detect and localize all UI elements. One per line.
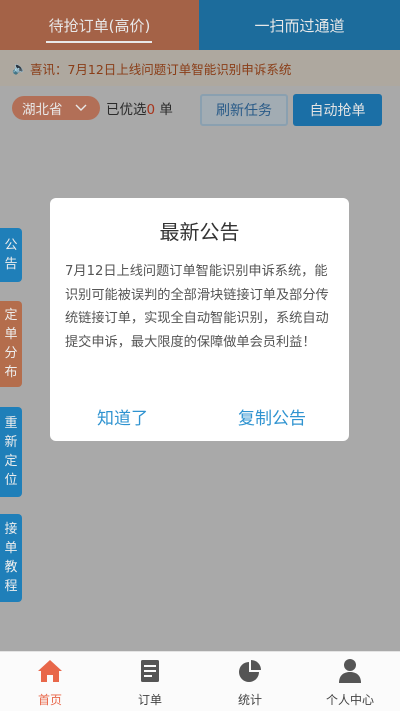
side-tab-char: 程 [4,579,18,594]
notice-text: 喜讯：7月12日上线问题订单智能识别申诉系统 [29,61,292,77]
nav-home[interactable]: 首页 [0,652,100,711]
side-tab-char: 布 [4,365,18,380]
selected-count: 已优选0 单 [106,98,173,118]
side-tab-char: 新 [4,435,18,450]
side-tab-announcement[interactable]: 公 告 [0,228,22,282]
side-tab-relocate[interactable]: 重 新 定 位 [0,407,22,497]
side-tab-char: 单 [4,541,18,556]
modal-actions: 知道了 复制公告 [50,404,349,429]
notice-bar: 🔈 喜讯：7月12日上线问题订单智能识别申诉系统 [0,50,400,86]
side-tab-char: 教 [4,560,18,575]
tab-pending-orders-label: 待抢订单(高价) [48,16,151,35]
refresh-tasks-button[interactable]: 刷新任务 [200,94,288,126]
user-icon [337,658,363,684]
selected-number: 0 [146,102,156,118]
tab-quick-channel[interactable]: 一扫而过通道 [199,0,400,50]
copy-announcement-button[interactable]: 复制公告 [238,404,306,429]
modal-title: 最新公告 [159,220,240,244]
side-tab-char: 单 [4,327,18,342]
side-tab-order-distribution[interactable]: 定 单 分 布 [0,301,22,387]
auto-grab-button[interactable]: 自动抢单 [293,94,382,126]
side-tab-char: 公 [4,238,18,253]
tab-quick-channel-label: 一扫而过通道 [254,16,345,35]
side-tab-char: 位 [4,473,18,488]
side-tab-char: 分 [4,346,18,361]
side-tab-char: 告 [4,257,18,272]
tab-pending-orders[interactable]: 待抢订单(高价) [0,0,199,50]
nav-stats[interactable]: 统计 [200,652,300,711]
nav-profile-label: 个人中心 [325,693,374,707]
nav-home-label: 首页 [37,693,62,707]
document-icon [137,658,163,684]
top-tab-bar: 待抢订单(高价) 一扫而过通道 [0,0,400,50]
nav-profile[interactable]: 个人中心 [300,652,400,711]
home-icon [37,658,63,684]
announcement-modal: 最新公告 7月12日上线问题订单智能识别申诉系统，能识别可能被误判的全部滑块链接… [50,198,349,441]
active-tab-indicator [46,41,152,43]
nav-orders-label: 订单 [137,693,162,707]
side-tab-char: 重 [4,416,18,431]
province-dropdown[interactable]: 湖北省 [12,96,100,120]
side-tab-char: 接 [4,522,18,537]
side-tab-char: 定 [4,308,18,323]
side-tab-tutorial[interactable]: 接 单 教 程 [0,514,22,602]
selected-prefix: 已优选 [106,102,147,118]
speaker-icon: 🔈 [12,61,27,75]
selected-suffix: 单 [155,102,173,118]
modal-body: 7月12日上线问题订单智能识别申诉系统，能识别可能被误判的全部滑块链接订单及部分… [65,264,329,350]
chevron-down-icon [75,102,87,115]
nav-stats-label: 统计 [237,693,262,707]
bottom-nav: 首页 订单 统计 个人中心 [0,651,400,711]
province-value: 湖北省 [22,102,63,118]
nav-orders[interactable]: 订单 [100,652,200,711]
got-it-button[interactable]: 知道了 [97,404,148,429]
side-tab-char: 定 [4,454,18,469]
pie-chart-icon [237,658,263,684]
